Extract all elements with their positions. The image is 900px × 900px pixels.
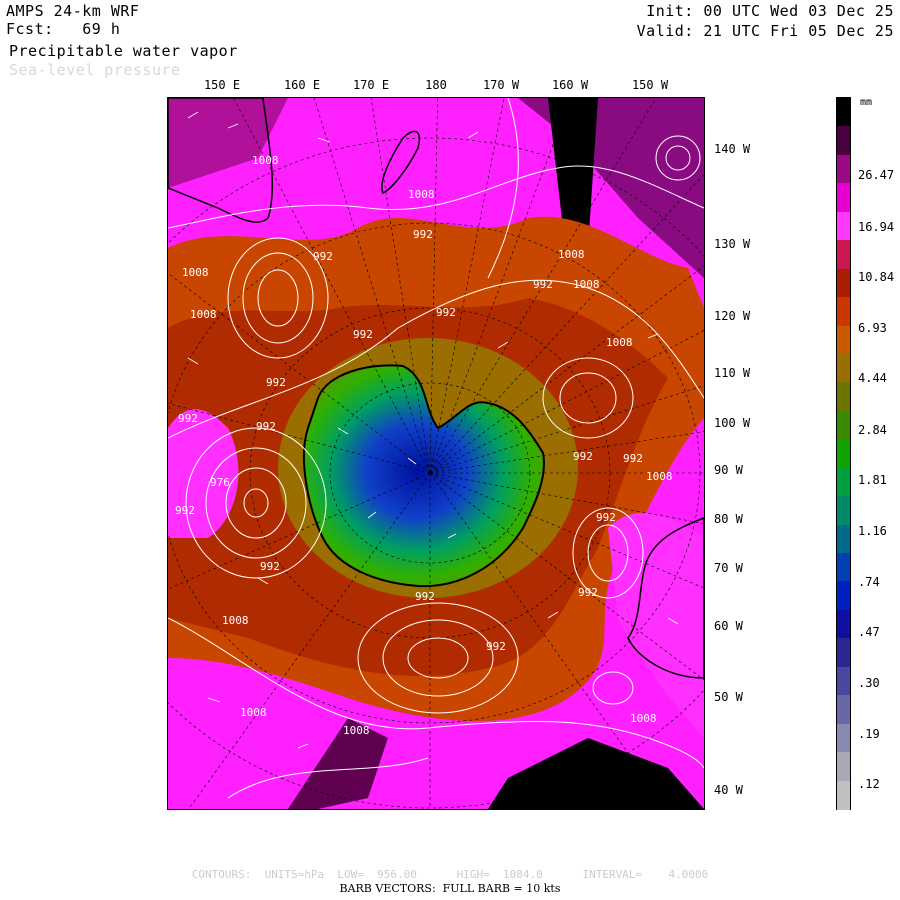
pressure-label: 992 (415, 590, 435, 603)
barb-info: BARB VECTORS: FULL BARB = 10 kts (339, 882, 561, 895)
legend-swatch (837, 183, 850, 213)
lon-label: 150 E (203, 78, 241, 92)
pressure-label: 1008 (252, 154, 279, 167)
pressure-label: 992 (573, 450, 593, 463)
legend-swatch (837, 780, 850, 810)
legend-label: 1.16 (858, 524, 887, 538)
legend-swatch (837, 211, 850, 241)
lat-label: 130 W (714, 237, 751, 251)
legend-swatch (837, 325, 850, 355)
pressure-label: 992 (353, 328, 373, 341)
pressure-label: 1008 (408, 188, 435, 201)
contour-info: CONTOURS: UNITS=hPa LOW= 956.00 HIGH= 10… (191, 868, 709, 881)
pressure-label: 1008 (182, 266, 209, 279)
lat-label: 140 W (714, 142, 751, 156)
legend-label: 6.93 (858, 321, 887, 335)
color-legend (836, 97, 851, 810)
legend-label: .30 (858, 676, 880, 690)
pressure-label: 992 (175, 504, 195, 517)
legend-swatch (837, 98, 850, 127)
pressure-label: 1008 (606, 336, 633, 349)
legend-swatch (837, 752, 850, 782)
legend-swatch (837, 496, 850, 526)
pressure-label: 1008 (558, 248, 585, 261)
pressure-label: 992 (436, 306, 456, 319)
pressure-label: 992 (178, 412, 198, 425)
lon-label: 180 (425, 78, 447, 92)
lon-label: 160 E (283, 78, 321, 92)
pressure-label: 1008 (222, 614, 249, 627)
pressure-label: 992 (578, 586, 598, 599)
pressure-label: 976 (210, 476, 230, 489)
forecast-hour: Fcst: 69 h (6, 20, 121, 38)
precipitable-water-map: 1008 1008 1008 1008 992 992 1008 1008 99… (167, 97, 705, 810)
legend-swatch (837, 524, 850, 554)
legend-label: .47 (858, 625, 880, 639)
legend-swatch (837, 695, 850, 725)
pressure-label: 1008 (573, 278, 600, 291)
pressure-label: 992 (623, 452, 643, 465)
pressure-label: 1008 (646, 470, 673, 483)
pressure-label: 992 (266, 376, 286, 389)
lon-label: 150 W (631, 78, 669, 92)
lat-label: 120 W (714, 309, 751, 323)
legend-label: 1.81 (858, 473, 887, 487)
legend-swatch (837, 410, 850, 440)
legend-swatch (837, 297, 850, 327)
legend-label: 10.84 (858, 270, 895, 284)
weather-map-page: AMPS 24-km WRF Fcst: 69 h Precipitable w… (0, 0, 900, 900)
pressure-label: 992 (533, 278, 553, 291)
valid-time: Valid: 21 UTC Fri 05 Dec 25 (636, 22, 894, 40)
init-time: Init: 00 UTC Wed 03 Dec 25 (646, 2, 894, 20)
legend-label: 2.84 (858, 423, 887, 437)
lon-label: 160 W (551, 78, 589, 92)
field-primary-label: Precipitable water vapor (9, 42, 238, 60)
legend-swatch (837, 240, 850, 270)
legend-swatch (837, 268, 850, 298)
pressure-label: 992 (596, 511, 616, 524)
legend-swatch (837, 439, 850, 469)
legend-swatch (837, 581, 850, 611)
legend-swatch (837, 126, 850, 156)
lat-label: 110 W (714, 366, 751, 380)
legend-label: .19 (858, 727, 880, 741)
legend-label: .12 (858, 777, 880, 791)
legend-label: 26.47 (858, 168, 895, 182)
field-secondary-label: Sea-level pressure (9, 61, 181, 79)
legend-swatch (837, 638, 850, 668)
legend-swatch (837, 154, 850, 184)
pressure-label: 992 (413, 228, 433, 241)
legend-label: .74 (858, 575, 880, 589)
pressure-label: 1008 (630, 712, 657, 725)
legend-swatch (837, 467, 850, 497)
lat-label: 50 W (714, 690, 743, 704)
legend-swatch (837, 723, 850, 753)
legend-swatch (837, 666, 850, 696)
pressure-label: 992 (486, 640, 506, 653)
lat-label: 60 W (714, 619, 743, 633)
lon-label: 170 W (482, 78, 520, 92)
legend-swatch (837, 553, 850, 583)
pressure-label: 1008 (240, 706, 267, 719)
legend-swatch (837, 353, 850, 383)
model-title: AMPS 24-km WRF (6, 2, 140, 20)
lat-label: 70 W (714, 561, 743, 575)
pressure-label: 1008 (190, 308, 217, 321)
legend-label: 4.44 (858, 371, 887, 385)
lat-label: 100 W (714, 416, 751, 430)
pressure-label: 1008 (343, 724, 370, 737)
lat-label: 80 W (714, 512, 743, 526)
legend-swatch (837, 609, 850, 639)
legend-unit: mm (860, 97, 873, 108)
pressure-label: 992 (260, 560, 280, 573)
pressure-label: 992 (313, 250, 333, 263)
lat-label: 40 W (714, 783, 743, 797)
pressure-label: 992 (256, 420, 276, 433)
legend-swatch (837, 382, 850, 412)
legend-label: 16.94 (858, 220, 895, 234)
lat-label: 90 W (714, 463, 743, 477)
lon-label: 170 E (352, 78, 390, 92)
